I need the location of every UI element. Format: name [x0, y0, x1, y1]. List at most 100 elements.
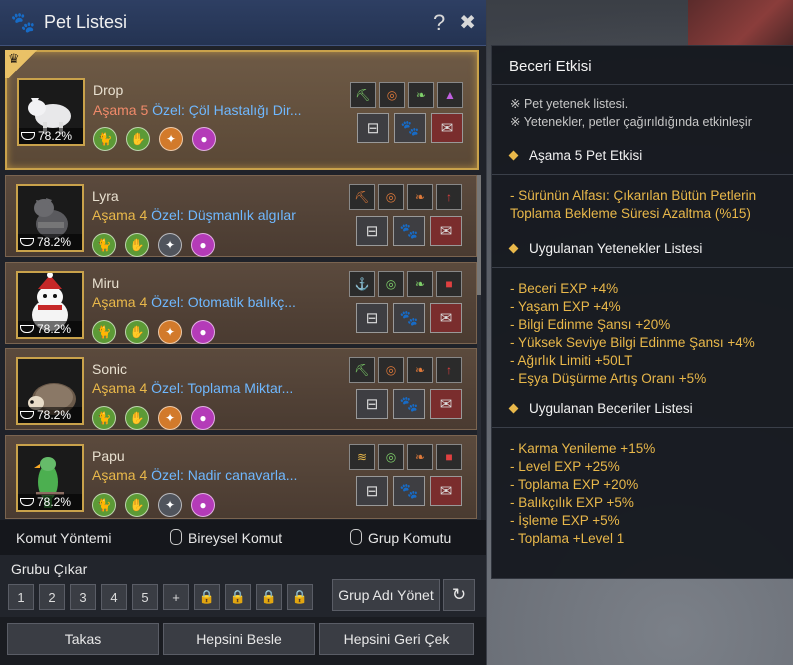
command-method-bar: Komut Yöntemi Bireysel Komut Grup Komutu [0, 520, 486, 555]
skill-pouch-icon[interactable]: ● [192, 127, 216, 151]
group-slot-2[interactable]: 2 [39, 584, 65, 610]
pet-stage: Aşama 4 Özel: Toplama Miktar... [92, 380, 293, 396]
paw-command-icon[interactable]: 🐾 [393, 303, 425, 333]
skill-compass-icon[interactable]: ✦ [158, 233, 182, 257]
trait-hook-icon[interactable]: ⚓ [349, 271, 375, 297]
feed-all-button[interactable]: Hepsini Besle [163, 623, 315, 655]
scrollbar-thumb[interactable] [477, 175, 481, 295]
feed-bowl-icon[interactable]: ⊟ [356, 389, 388, 419]
lock-icon[interactable]: 🔒 [287, 584, 313, 610]
group-section: Grubu Çıkar 1 2 3 4 5 + 🔒 🔒 🔒 🔒 Grup Adı… [0, 555, 486, 617]
trait-feather-icon[interactable]: ❧ [408, 82, 434, 108]
trait-flask-icon[interactable]: ■ [436, 271, 462, 297]
pet-card-lyra[interactable]: 78.2% Lyra Aşama 4 Özel: Düşmanlık algıl… [5, 175, 477, 257]
group-slot-3[interactable]: 3 [70, 584, 96, 610]
skill-pouch-icon[interactable]: ● [191, 233, 215, 257]
refresh-icon[interactable]: ↻ [443, 579, 475, 611]
paw-command-icon[interactable]: 🐾 [393, 476, 425, 506]
individual-command-option[interactable]: Bireysel Komut [170, 529, 282, 546]
pet-list-scrollbar[interactable] [477, 175, 481, 520]
hunger-meter: 78.2% [18, 321, 82, 337]
trait-feather-icon[interactable]: ❧ [407, 444, 433, 470]
group-slot-1[interactable]: 1 [8, 584, 34, 610]
special-ability: Özel: Nadir canavarla... [151, 467, 298, 483]
skill-compass-icon[interactable]: ✦ [158, 406, 182, 430]
stage-number: 4 [139, 294, 148, 310]
seal-box-icon[interactable]: ✉ [430, 389, 462, 419]
diamond-icon [508, 403, 519, 414]
lock-icon[interactable]: 🔒 [225, 584, 251, 610]
skill-hand-icon[interactable]: ✋ [126, 127, 150, 151]
skill-compass-icon[interactable]: ✦ [158, 493, 182, 517]
skill-cat-icon[interactable]: 🐈 [92, 493, 116, 517]
skill-pouch-icon[interactable]: ● [191, 406, 215, 430]
trait-arrows-icon[interactable]: ↑ [436, 357, 462, 383]
feed-bowl-icon[interactable]: ⊟ [357, 113, 389, 143]
seal-box-icon[interactable]: ✉ [430, 476, 462, 506]
pet-card-sonic[interactable]: 78.2% Sonic Aşama 4 Özel: Toplama Miktar… [5, 348, 477, 430]
trait-fishing-icon[interactable]: ◎ [378, 444, 404, 470]
skill-pouch-icon[interactable]: ● [191, 320, 215, 344]
crown-badge: ♛ [5, 50, 41, 78]
pet-card-drop[interactable]: ♛ 78.2% Drop Aşama 5 Özel: Çöl Hastalığı… [5, 50, 479, 170]
skill-cat-icon[interactable]: 🐈 [92, 406, 116, 430]
seal-box-icon[interactable]: ✉ [430, 216, 462, 246]
trait-feather-icon[interactable]: ❧ [407, 184, 433, 210]
skill-hand-icon[interactable]: ✋ [125, 406, 149, 430]
trait-fishing-icon[interactable]: ◎ [378, 357, 404, 383]
skill-pouch-icon[interactable]: ● [191, 493, 215, 517]
trait-flask-icon[interactable]: ■ [436, 444, 462, 470]
trait-pickaxe-icon[interactable]: ⛏ [349, 357, 375, 383]
trait-fishing-icon[interactable]: ◎ [378, 271, 404, 297]
paw-command-icon[interactable]: 🐾 [394, 113, 426, 143]
trait-mountain-icon[interactable]: ▲ [437, 82, 463, 108]
feed-bowl-icon[interactable]: ⊟ [356, 303, 388, 333]
divider [492, 427, 793, 428]
trade-button[interactable]: Takas [7, 623, 159, 655]
paw-command-icon[interactable]: 🐾 [393, 216, 425, 246]
trait-pickaxe-icon[interactable]: ⛏ [349, 184, 375, 210]
trait-feather-icon[interactable]: ❧ [407, 271, 433, 297]
trait-arrows-icon[interactable]: ↑ [436, 184, 462, 210]
close-icon[interactable]: ✖ [459, 10, 476, 35]
trait-pickaxe-icon[interactable]: ⛏ [350, 82, 376, 108]
help-button[interactable]: ? [433, 10, 445, 36]
pet-traits: ⛏ ◎ ❧ ▲ [350, 82, 463, 108]
skill-hand-icon[interactable]: ✋ [125, 493, 149, 517]
skill-cat-icon[interactable]: 🐈 [93, 127, 117, 151]
add-group-button[interactable]: + [163, 584, 189, 610]
skill-cat-icon[interactable]: 🐈 [92, 233, 116, 257]
bottom-action-bar: Takas Hepsini Besle Hepsini Geri Çek [0, 617, 486, 665]
skill-line: - Toplama +Level 1 [510, 531, 625, 546]
skill-compass-icon[interactable]: ✦ [159, 127, 183, 151]
paw-command-icon[interactable]: 🐾 [393, 389, 425, 419]
trait-shovel-icon[interactable]: ≋ [349, 444, 375, 470]
skill-hand-icon[interactable]: ✋ [125, 233, 149, 257]
pet-card-miru[interactable]: 78.2% Miru Aşama 4 Özel: Otomatik balıkç… [5, 262, 477, 344]
feed-bowl-icon[interactable]: ⊟ [356, 476, 388, 506]
manage-group-name-button[interactable]: Grup Adı Yönet [332, 579, 440, 611]
title-bar[interactable]: 🐾 Pet Listesi ? ✖ [0, 0, 486, 46]
seal-box-icon[interactable]: ✉ [430, 303, 462, 333]
pet-portrait: 78.2% [16, 444, 84, 512]
group-slot-5[interactable]: 5 [132, 584, 158, 610]
group-command-option[interactable]: Grup Komutu [350, 529, 451, 546]
pet-skills: 🐈 ✋ ✦ ● [92, 406, 215, 430]
skill-hand-icon[interactable]: ✋ [125, 320, 149, 344]
feed-bowl-icon[interactable]: ⊟ [356, 216, 388, 246]
lock-icon[interactable]: 🔒 [256, 584, 282, 610]
pet-portrait: 78.2% [16, 357, 84, 425]
skill-cat-icon[interactable]: 🐈 [92, 320, 116, 344]
recall-all-button[interactable]: Hepsini Geri Çek [319, 623, 474, 655]
skill-compass-icon[interactable]: ✦ [158, 320, 182, 344]
group-slot-4[interactable]: 4 [101, 584, 127, 610]
lock-icon[interactable]: 🔒 [194, 584, 220, 610]
stage-effect-line: Toplama Bekleme Süresi Azaltma (%15) [510, 206, 751, 221]
stage-label: Aşama [92, 207, 136, 223]
seal-box-icon[interactable]: ✉ [431, 113, 463, 143]
trait-fishing-icon[interactable]: ◎ [379, 82, 405, 108]
trait-feather-icon[interactable]: ❧ [407, 357, 433, 383]
pet-card-papu[interactable]: 78.2% Papu Aşama 4 Özel: Nadir canavarla… [5, 435, 477, 519]
group-command-label: Grup Komutu [368, 530, 452, 546]
trait-fishing-icon[interactable]: ◎ [378, 184, 404, 210]
